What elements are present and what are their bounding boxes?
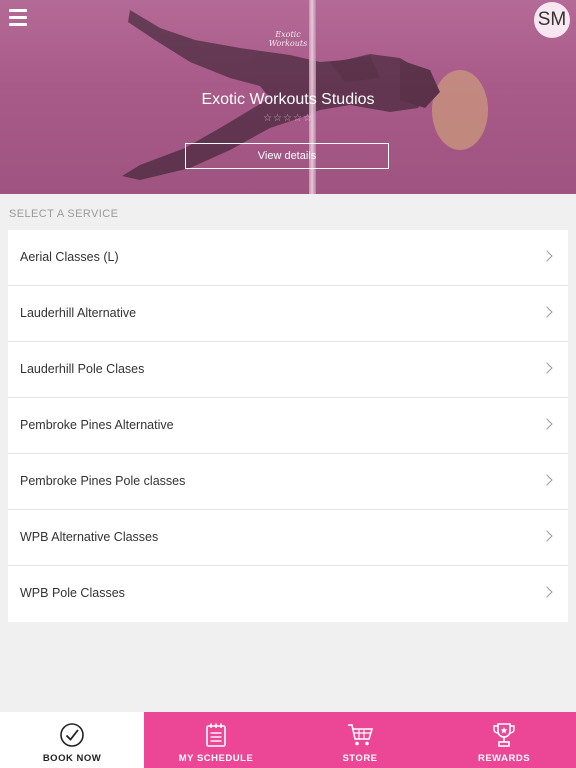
shopping-cart-icon [348, 724, 374, 746]
chevron-right-icon [541, 474, 553, 486]
studio-hero-banner: Exotic Workouts SM Exotic Workouts Studi… [0, 0, 576, 194]
service-label: Lauderhill Alternative [20, 306, 137, 320]
service-item[interactable]: Lauderhill Alternative [8, 286, 568, 342]
tab-book-now[interactable]: BOOK NOW [0, 712, 144, 768]
service-label: WPB Pole Classes [20, 586, 125, 600]
tab-rewards[interactable]: REWARDS [432, 712, 576, 768]
bottom-tab-bar: BOOK NOW MY SCHEDULE STORE REWARDS [0, 712, 576, 768]
chevron-right-icon [541, 362, 553, 374]
service-item[interactable]: Aerial Classes (L) [8, 230, 568, 286]
service-item[interactable]: WPB Pole Classes [8, 566, 568, 622]
chevron-right-icon [541, 250, 553, 262]
view-details-button[interactable]: View details [185, 143, 389, 169]
chevron-right-icon [541, 530, 553, 542]
tab-my-schedule[interactable]: MY SCHEDULE [144, 712, 288, 768]
service-list: Aerial Classes (L) Lauderhill Alternativ… [8, 230, 568, 622]
chevron-right-icon [541, 306, 553, 318]
tab-label: BOOK NOW [42, 753, 102, 764]
service-label: WPB Alternative Classes [20, 530, 159, 544]
service-label: Pembroke Pines Alternative [20, 418, 174, 432]
service-item[interactable]: WPB Alternative Classes [8, 510, 568, 566]
service-label: Aerial Classes (L) [20, 250, 119, 264]
tab-label: MY SCHEDULE [178, 753, 254, 764]
tab-label: REWARDS [477, 753, 531, 764]
service-label: Pembroke Pines Pole classes [20, 474, 186, 488]
studio-name: Exotic Workouts Studios [201, 91, 375, 108]
check-circle-icon [60, 723, 84, 747]
service-item[interactable]: Pembroke Pines Alternative [8, 398, 568, 454]
tab-label: STORE [342, 753, 378, 764]
hamburger-menu-icon[interactable] [9, 9, 29, 27]
user-avatar[interactable]: SM [534, 2, 570, 38]
chevron-right-icon [541, 418, 553, 430]
chevron-right-icon [541, 586, 553, 598]
section-title: SELECT A SERVICE [9, 208, 119, 220]
service-label: Lauderhill Pole Clases [20, 362, 145, 376]
service-item[interactable]: Pembroke Pines Pole classes [8, 454, 568, 510]
star-rating: ☆☆☆☆☆ [263, 113, 313, 124]
trophy-icon [493, 723, 515, 747]
calendar-icon [206, 723, 226, 747]
tab-store[interactable]: STORE [288, 712, 432, 768]
service-item[interactable]: Lauderhill Pole Clases [8, 342, 568, 398]
studio-logo: Exotic Workouts [268, 30, 308, 48]
